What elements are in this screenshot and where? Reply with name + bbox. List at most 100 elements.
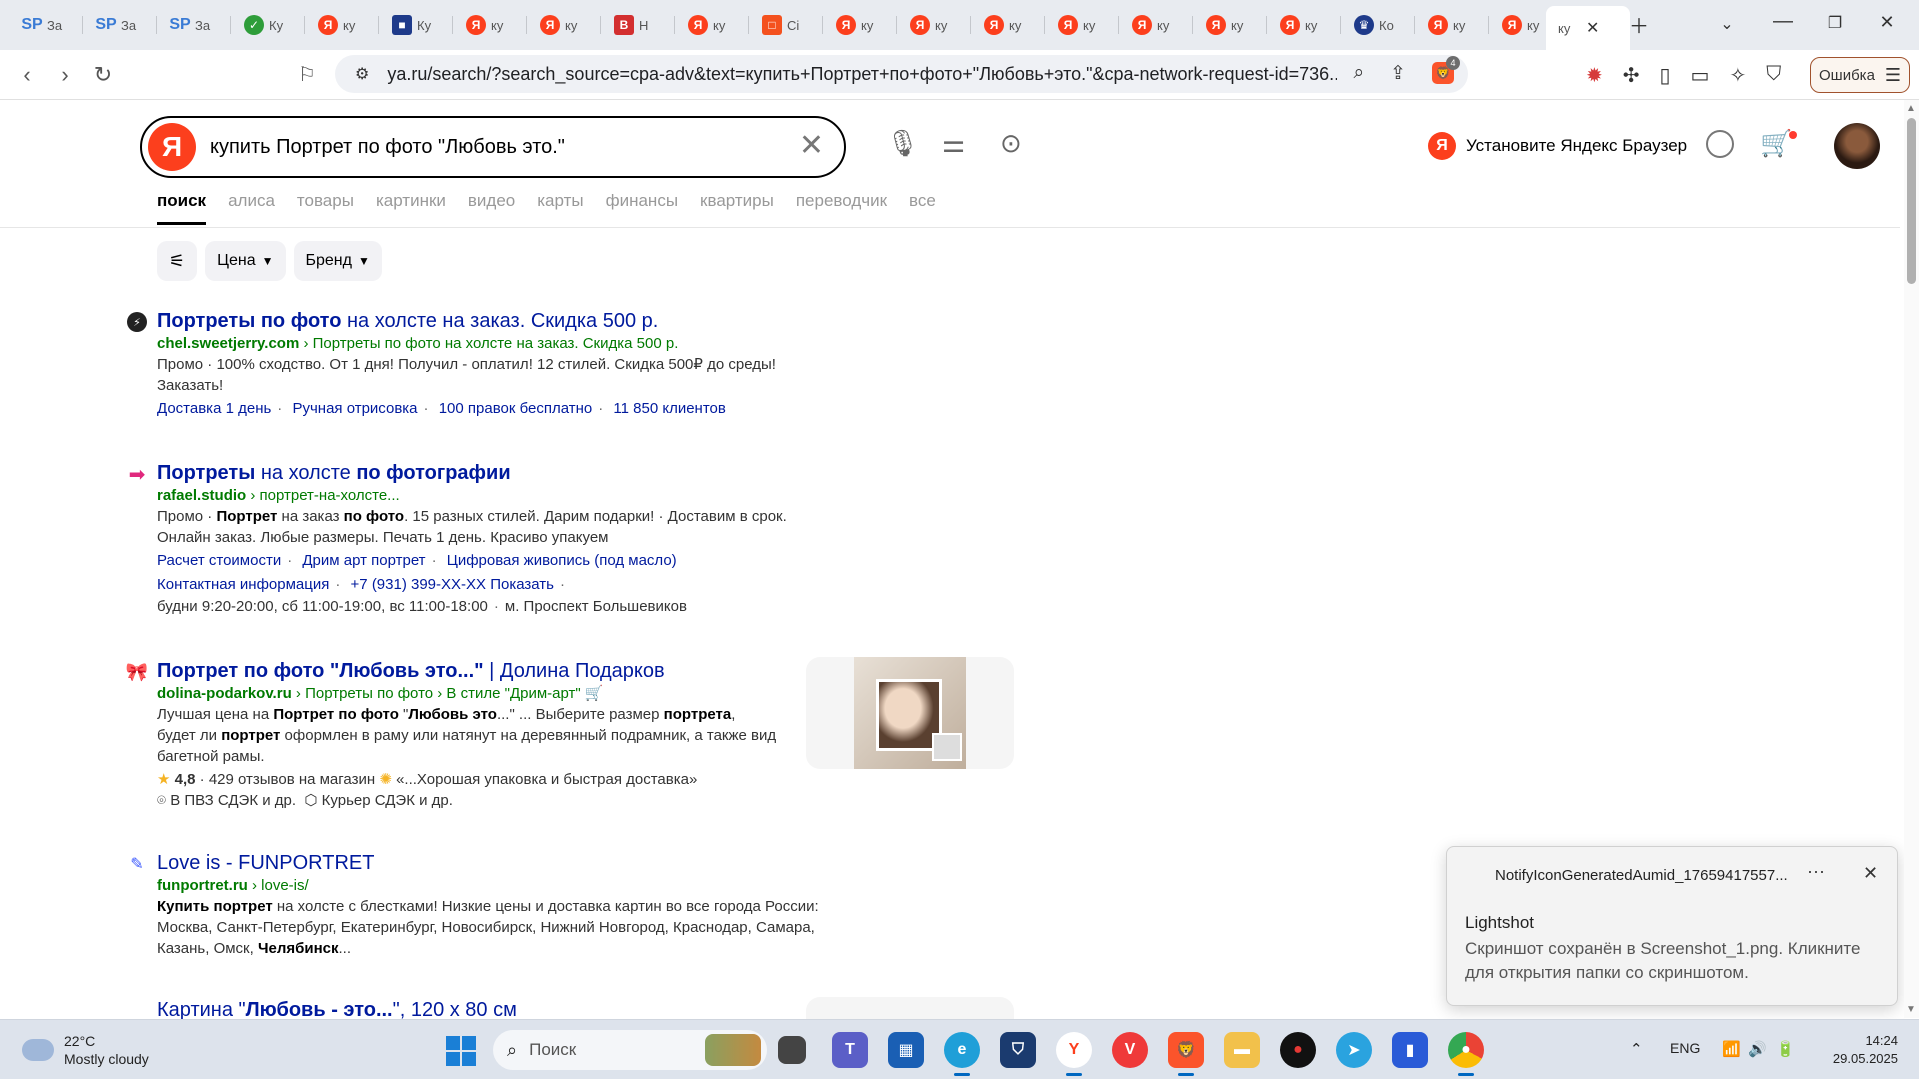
sitelink[interactable]: Дрим арт портрет [302, 552, 425, 569]
reload-icon[interactable]: ↻ [88, 62, 118, 88]
sidebar-icon[interactable]: ▯ [1660, 63, 1671, 88]
yandex-taskbar-icon[interactable]: Y [1056, 1032, 1092, 1076]
language-indicator[interactable]: ENG [1670, 1040, 1700, 1056]
result-title-link[interactable]: Портреты по фото на холсте на заказ. Ски… [157, 308, 837, 334]
extension-fire-icon[interactable]: ✹ [1586, 63, 1603, 88]
taskbar-search[interactable]: ⌕ Поиск [493, 1030, 767, 1070]
phone-link[interactable]: +7 (931) 399-XX-XX Показать [351, 576, 554, 593]
browser-tab[interactable]: Яку [306, 6, 378, 44]
tab-realty[interactable]: квартиры [700, 191, 774, 211]
yandex-logo-icon[interactable]: Я [148, 123, 196, 171]
sitelink[interactable]: 100 правок бесплатно [439, 400, 593, 417]
battery-icon[interactable]: 🔋 [1776, 1040, 1795, 1058]
scroll-up-icon[interactable]: ▲ [1906, 103, 1916, 114]
extensions-puzzle-icon[interactable]: ✣ [1623, 63, 1640, 88]
vpn-shield-icon[interactable]: ⛉ [1766, 63, 1781, 88]
show-hidden-icons[interactable]: ⌃ [1630, 1040, 1643, 1058]
brave-shields-icon[interactable]: 🦁 4 [1432, 56, 1460, 84]
sitelink[interactable]: 11 850 клиентов [613, 400, 725, 417]
result-thumbnail[interactable] [806, 657, 1014, 769]
avatar[interactable] [1834, 123, 1880, 169]
tab-products[interactable]: товары [297, 191, 354, 211]
filter-settings-button[interactable]: ⚟ [157, 241, 198, 281]
browser-tab[interactable]: Яку [1046, 6, 1118, 44]
weather-widget[interactable]: 22°C Mostly cloudy [20, 1031, 149, 1068]
edge-icon[interactable]: e [944, 1032, 980, 1076]
result-url[interactable]: chel.sweetjerry.com › Портреты по фото н… [157, 334, 837, 354]
chart-app-icon[interactable]: ▮ [1392, 1032, 1428, 1068]
camera-search-icon[interactable]: ⊙ [1000, 128, 1022, 159]
reviews-count[interactable]: · 429 отзывов на магазин [195, 771, 376, 788]
browser-tab[interactable]: SP За [84, 6, 156, 44]
minimize-icon[interactable]: — [1768, 10, 1798, 33]
close-window-icon[interactable]: ✕ [1872, 12, 1902, 33]
telegram-icon[interactable]: ➤ [1336, 1032, 1372, 1068]
tab-search-chevron-icon[interactable]: ⌄ [1712, 14, 1742, 34]
wifi-icon[interactable]: 📶 [1722, 1040, 1741, 1058]
result-title-link[interactable]: Портрет по фото "Любовь это..." | Долина… [157, 658, 837, 684]
scroll-down-icon[interactable]: ▼ [1906, 1004, 1916, 1015]
result-title-link[interactable]: Картина "Любовь - это...", 120 x 80 см [157, 997, 837, 1019]
browser-tab[interactable]: ■ Ку [380, 6, 452, 44]
contact-info-link[interactable]: Контактная информация [157, 576, 329, 593]
browser-tab[interactable]: ✓ Ку [232, 6, 304, 44]
browser-tab[interactable]: Яку [898, 6, 970, 44]
result-url[interactable]: rafael.studio › портрет-на-холсте... [157, 486, 837, 506]
tab-finance[interactable]: финансы [606, 191, 678, 211]
browser-tab[interactable]: Яку [972, 6, 1044, 44]
tab-translator[interactable]: переводчик [796, 191, 887, 211]
tab-video[interactable]: видео [468, 191, 515, 211]
record-icon[interactable]: ● [1280, 1032, 1316, 1068]
browser-tab[interactable]: ВН [602, 6, 674, 44]
sitelink[interactable]: Расчет стоимости [157, 552, 281, 569]
result-thumbnail[interactable] [806, 997, 1014, 1019]
teams-icon[interactable]: T [832, 1032, 868, 1068]
install-browser-link[interactable]: Я Установите Яндекс Браузер [1428, 132, 1687, 160]
share-icon[interactable]: ⇪ [1390, 62, 1406, 85]
sitelink[interactable]: Ручная отрисовка [292, 400, 417, 417]
windows-start-icon[interactable] [446, 1036, 476, 1066]
file-explorer-icon[interactable]: ▬ [1224, 1032, 1260, 1068]
brand-filter-button[interactable]: Бренд ▼ [293, 241, 382, 281]
address-bar[interactable]: ⚙ ya.ru/search/?search_source=cpa-adv&te… [335, 55, 1468, 93]
browser-tab[interactable]: Яку [1416, 6, 1488, 44]
tab-all[interactable]: все [909, 191, 936, 211]
tab-active[interactable]: ку ✕ [1546, 6, 1630, 50]
new-tab-icon[interactable]: ＋ [1624, 10, 1654, 39]
system-clock[interactable]: 14:24 29.05.2025 [1818, 1032, 1898, 1068]
browser-tab[interactable]: Яку [1120, 6, 1192, 44]
forward-icon[interactable]: › [50, 62, 80, 88]
lightshot-notification[interactable]: NotifyIconGeneratedAumid_17659417557... … [1446, 846, 1898, 1006]
result-url[interactable]: funportret.ru › love-is/ [157, 876, 837, 896]
result-title-link[interactable]: Love is - FUNPORTRET [157, 850, 837, 876]
browser-tab[interactable]: Яку [676, 6, 748, 44]
chrome-icon[interactable]: ● [1448, 1032, 1484, 1076]
vivaldi-icon[interactable]: V [1112, 1032, 1148, 1068]
volume-icon[interactable]: 🔊 [1748, 1040, 1767, 1058]
browser-tab[interactable]: Яку [528, 6, 600, 44]
tab-images[interactable]: картинки [376, 191, 446, 211]
tab-alice[interactable]: алиса [228, 191, 275, 211]
bookmark-icon[interactable]: ⚐ [292, 62, 322, 87]
site-settings-icon[interactable]: ⚙ [355, 64, 369, 84]
alice-icon[interactable] [1706, 130, 1734, 158]
search-settings-icon[interactable]: ⚌ [942, 128, 965, 159]
browser-tab[interactable]: ♛ Ко [1342, 6, 1414, 44]
brave-taskbar-icon[interactable]: 🦁 [1168, 1032, 1204, 1076]
clear-search-icon[interactable]: ✕ [799, 128, 824, 163]
task-view-icon[interactable] [778, 1036, 806, 1064]
close-notification-icon[interactable]: ✕ [1863, 863, 1878, 884]
app-shield-icon[interactable]: ⛉ [1000, 1032, 1036, 1068]
browser-tab[interactable]: SP За [158, 6, 230, 44]
tab-maps[interactable]: карты [537, 191, 583, 211]
tab-search[interactable]: поиск [157, 191, 207, 225]
back-icon[interactable]: ‹ [12, 62, 42, 88]
more-options-icon[interactable]: ··· [1807, 861, 1825, 882]
browser-tab[interactable]: Яку [1268, 6, 1340, 44]
result-url[interactable]: dolina-podarkov.ru › Портреты по фото › … [157, 684, 837, 704]
search-input[interactable] [210, 135, 770, 159]
store-icon[interactable]: ▦ [888, 1032, 924, 1068]
browser-tab[interactable]: □ Сі [750, 6, 822, 44]
wallet-icon[interactable]: ▭ [1691, 63, 1710, 88]
maximize-icon[interactable]: ❐ [1820, 13, 1850, 33]
